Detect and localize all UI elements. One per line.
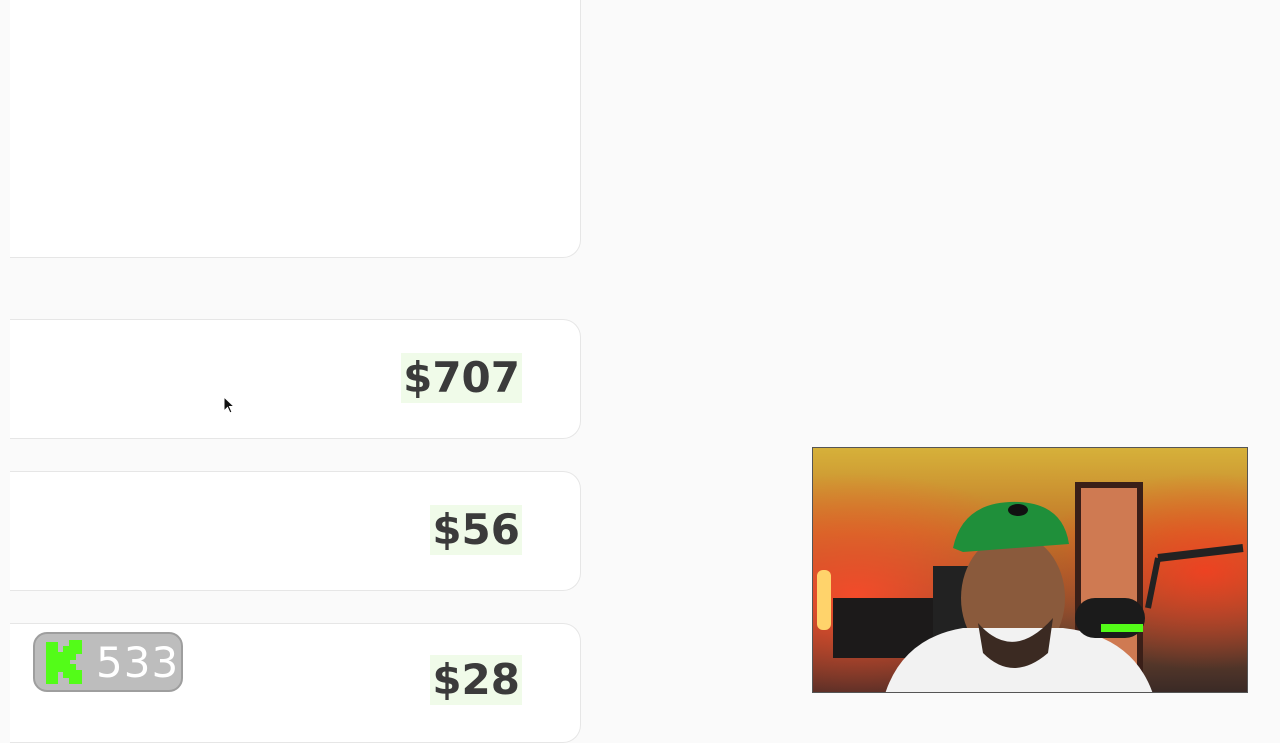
webcam-overlay bbox=[812, 447, 1248, 693]
info-card bbox=[10, 0, 581, 258]
donation-amount: $28 bbox=[430, 655, 522, 706]
kick-logo-icon bbox=[46, 640, 82, 684]
mouse-cursor-icon bbox=[223, 396, 235, 414]
kick-viewer-badge: 533 bbox=[33, 632, 183, 692]
donation-amount: $56 bbox=[430, 505, 522, 556]
donation-row[interactable]: $707 bbox=[10, 319, 581, 439]
donation-row[interactable]: $56 bbox=[10, 471, 581, 591]
viewer-count: 533 bbox=[96, 637, 180, 687]
donation-amount: $707 bbox=[401, 353, 522, 404]
webcam-scene bbox=[813, 448, 1247, 692]
